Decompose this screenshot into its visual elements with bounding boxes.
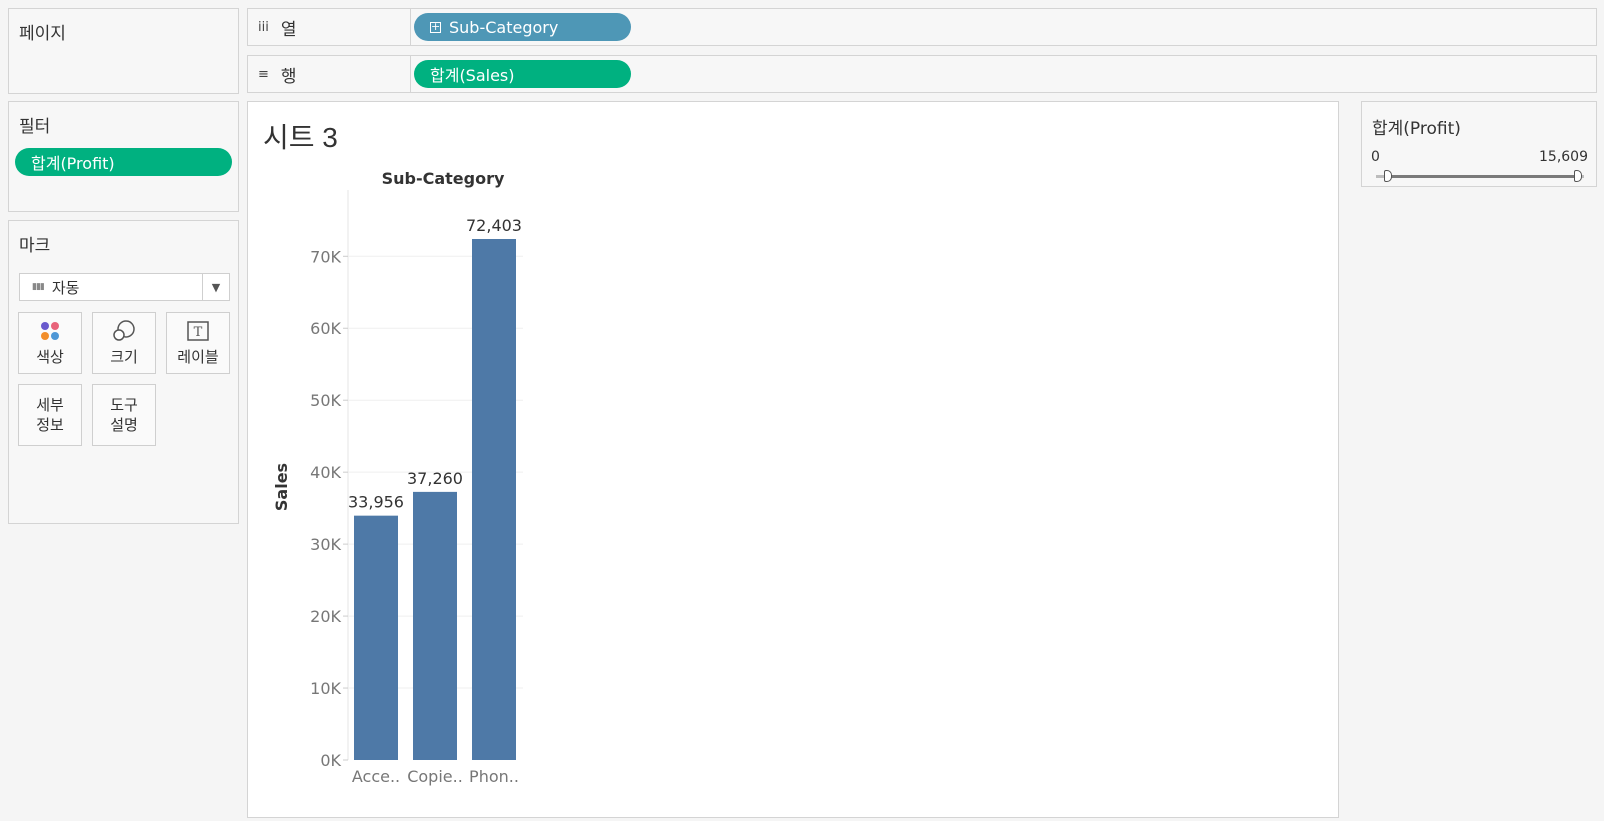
y-tick-label: 60K (310, 319, 341, 338)
profit-filter-max: 15,609 (1539, 149, 1588, 165)
profit-filter-pill-label: 합계(Profit) (31, 154, 115, 173)
color-button[interactable]: 색상 (18, 312, 82, 374)
y-tick-label: 20K (310, 607, 341, 626)
color-icon (39, 319, 61, 343)
sub-category-pill-label: Sub-Category (449, 17, 559, 37)
pages-panel: 페이지 (8, 8, 239, 94)
y-tick-label: 10K (310, 679, 341, 698)
bar[interactable] (472, 239, 516, 760)
y-tick-label: 70K (310, 247, 341, 266)
detail-button[interactable]: 세부 정보 (18, 384, 82, 446)
profit-filter-title: 합계(Profit) (1372, 119, 1461, 139)
bar-value-label: 72,403 (466, 216, 522, 235)
x-tick-label[interactable]: Acce.. (352, 767, 400, 786)
tooltip-label-1: 도구 (110, 396, 138, 414)
marks-title: 마크 (19, 236, 51, 256)
rows-shelf[interactable]: ≡ 행 합계(Sales) (247, 55, 1597, 93)
filters-panel: 필터 합계(Profit) (8, 101, 239, 212)
y-axis-title: Sales (272, 463, 291, 511)
profit-slider-max-handle[interactable] (1574, 170, 1582, 182)
bar[interactable] (354, 515, 398, 760)
mark-type-select[interactable]: ▮▮▮ 자동 ▼ (19, 273, 230, 301)
sum-sales-pill[interactable]: 합계(Sales) (414, 60, 631, 88)
svg-text:T: T (194, 325, 203, 340)
detail-label-2: 정보 (36, 416, 64, 434)
size-icon (112, 319, 136, 343)
tooltip-button[interactable]: 도구 설명 (92, 384, 156, 446)
detail-label-1: 세부 (36, 396, 64, 414)
expand-icon[interactable]: + (430, 21, 441, 33)
tooltip-label-2: 설명 (110, 416, 138, 434)
profit-slider-min-handle[interactable] (1384, 170, 1392, 182)
chart-title: Sub-Category (382, 169, 505, 188)
bar[interactable] (413, 491, 457, 760)
rows-shelf-label: ≡ 행 (248, 56, 411, 92)
y-tick-label: 30K (310, 535, 341, 554)
profit-filter-card: 합계(Profit) 0 15,609 (1361, 101, 1597, 187)
rows-label: 행 (280, 66, 297, 87)
text-label-icon: T (187, 319, 209, 343)
columns-shelf-label: iii 열 (248, 9, 411, 45)
size-button[interactable]: 크기 (92, 312, 156, 374)
label-label: 레이블 (177, 348, 219, 366)
marks-panel: 마크 ▮▮▮ 자동 ▼ 색상 크기 T 레이블 세부 정보 도구 설명 (8, 220, 239, 524)
columns-label: 열 (280, 19, 297, 40)
bar-chart-icon: ▮▮▮ (32, 282, 45, 292)
chevron-down-icon[interactable]: ▼ (202, 274, 229, 300)
profit-filter-min: 0 (1371, 149, 1380, 165)
sum-sales-pill-label: 합계(Sales) (430, 66, 515, 85)
worksheet-view[interactable]: 시트 3 Sub-Category Sales 0K 10K 20K 30K 40K 50… (247, 101, 1339, 818)
bar-value-label: 37,260 (407, 469, 463, 488)
x-tick-label[interactable]: Copie.. (407, 767, 463, 786)
label-button[interactable]: T 레이블 (166, 312, 230, 374)
bar-chart[interactable]: Sub-Category Sales 0K 10K 20K 30K 40K 50K 60K 7… (248, 102, 1338, 817)
x-tick-label[interactable]: Phon.. (469, 767, 519, 786)
color-label: 색상 (36, 348, 64, 366)
columns-shelf[interactable]: iii 열 + Sub-Category (247, 8, 1597, 46)
profit-filter-pill[interactable]: 합계(Profit) (15, 148, 232, 176)
profit-slider-range (1388, 175, 1579, 178)
columns-icon: iii (258, 19, 269, 35)
size-label: 크기 (110, 348, 138, 366)
y-tick-label: 40K (310, 463, 341, 482)
y-tick-label: 50K (310, 391, 341, 410)
rows-icon: ≡ (258, 66, 269, 82)
mark-type-value: 자동 (51, 278, 80, 297)
filters-title: 필터 (19, 117, 51, 137)
sub-category-pill[interactable]: + Sub-Category (414, 13, 631, 41)
y-tick-label: 0K (320, 751, 341, 770)
bar-value-label: 33,956 (348, 493, 404, 512)
pages-title: 페이지 (19, 24, 66, 44)
